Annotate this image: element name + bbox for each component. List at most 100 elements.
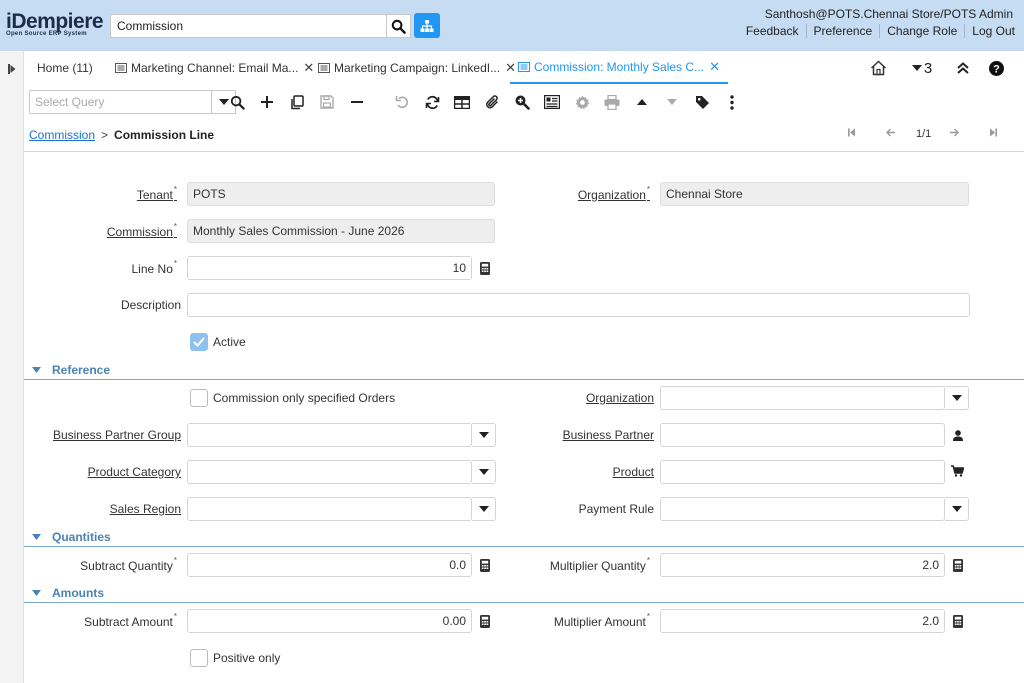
- paperclip-icon: [485, 94, 500, 110]
- help-button[interactable]: ?: [987, 59, 1005, 77]
- undo-icon: [395, 95, 410, 110]
- commission-only-specified-orders-label: Commission only specified Orders: [213, 391, 396, 405]
- calculator-icon[interactable]: [478, 261, 492, 275]
- breadcrumb: Commission > Commission Line: [29, 128, 214, 142]
- multiplier-amount-field[interactable]: 2.0: [660, 609, 945, 633]
- more-options-button[interactable]: [722, 92, 742, 112]
- calculator-icon[interactable]: [951, 558, 965, 572]
- tab-marketing-campaign[interactable]: Marketing Campaign: LinkedI... ✕: [318, 51, 516, 84]
- bp-group-field[interactable]: [187, 423, 472, 447]
- find-button[interactable]: [227, 92, 247, 112]
- refresh-button[interactable]: [422, 92, 442, 112]
- organization-field[interactable]: Chennai Store: [660, 182, 969, 206]
- cart-icon[interactable]: [950, 464, 964, 478]
- subtract-amount-field[interactable]: 0.00: [187, 609, 472, 633]
- select-query-input[interactable]: Select Query: [29, 90, 212, 114]
- subtract-quantity-field[interactable]: 0.0: [187, 553, 472, 577]
- label-text: Commission: [106, 225, 173, 239]
- idempiere-logo[interactable]: iDempiere Open Source ERP System: [6, 11, 104, 37]
- section-title: Quantities: [52, 530, 111, 544]
- bp-group-dropdown[interactable]: [472, 423, 496, 447]
- collapse-header-button[interactable]: [954, 59, 972, 77]
- line-no-field[interactable]: 10: [187, 256, 472, 280]
- person-icon[interactable]: [951, 428, 965, 442]
- payment-rule-field[interactable]: [660, 497, 945, 521]
- last-record-button[interactable]: [989, 128, 997, 140]
- process-button[interactable]: [572, 92, 592, 112]
- active-checkbox[interactable]: [190, 333, 208, 351]
- logout-link[interactable]: Log Out: [965, 24, 1015, 38]
- quick-info-button[interactable]: [692, 92, 712, 112]
- next-record-button[interactable]: [949, 128, 959, 140]
- calculator-icon[interactable]: [951, 614, 965, 628]
- section-quantities[interactable]: Quantities: [24, 529, 1024, 547]
- plus-icon: [260, 95, 274, 109]
- delete-record-button[interactable]: [347, 92, 367, 112]
- detail-record-button[interactable]: [662, 92, 682, 112]
- breadcrumb-divider: [24, 151, 1024, 152]
- report-button[interactable]: [542, 92, 562, 112]
- home-button[interactable]: [868, 59, 888, 77]
- sales-region-field[interactable]: [187, 497, 472, 521]
- product-field[interactable]: [660, 460, 945, 484]
- window-count: 3: [923, 59, 933, 77]
- commission-field[interactable]: Monthly Sales Commission - June 2026: [187, 219, 495, 243]
- svg-text:?: ?: [993, 63, 1000, 75]
- positive-only-checkbox[interactable]: [190, 649, 208, 667]
- chevron-down-icon: [478, 432, 489, 438]
- zoom-across-button[interactable]: [512, 92, 532, 112]
- close-icon[interactable]: ✕: [709, 59, 720, 75]
- print-button[interactable]: [602, 92, 622, 112]
- payment-rule-dropdown[interactable]: [945, 497, 969, 521]
- description-field[interactable]: [187, 293, 970, 317]
- section-amounts[interactable]: Amounts: [24, 585, 1024, 603]
- gear-icon: [575, 95, 590, 110]
- copy-icon: [290, 94, 304, 110]
- breadcrumb-parent-link[interactable]: Commission: [29, 128, 95, 142]
- first-record-button[interactable]: [848, 128, 856, 140]
- save-icon: [320, 95, 334, 109]
- tab-commission[interactable]: Commission: Monthly Sales C... ✕: [510, 51, 728, 84]
- label-text: Tenant: [136, 188, 173, 202]
- save-button[interactable]: [317, 92, 337, 112]
- header-links: Feedback Preference Change Role Log Out: [739, 24, 1015, 38]
- tenant-field[interactable]: POTS: [187, 182, 495, 206]
- org-tree-button[interactable]: [414, 13, 440, 38]
- subtract-amount-label: Subtract Amount*: [84, 612, 177, 629]
- product-category-field[interactable]: [187, 460, 472, 484]
- collapse-triangle-icon: [32, 367, 41, 373]
- last-icon: [989, 128, 997, 137]
- previous-record-button[interactable]: [886, 128, 896, 140]
- tab-label: Marketing Channel: Email Ma...: [131, 60, 299, 75]
- product-label: Product: [612, 465, 654, 479]
- ref-organization-label: Organization: [585, 391, 654, 405]
- copy-record-button[interactable]: [287, 92, 307, 112]
- double-chevron-up-icon: [956, 62, 970, 74]
- section-reference[interactable]: Reference: [24, 362, 1024, 380]
- global-search-input[interactable]: Commission: [110, 14, 387, 38]
- change-role-link[interactable]: Change Role: [880, 24, 964, 38]
- multiplier-quantity-field[interactable]: 2.0: [660, 553, 945, 577]
- parent-record-button[interactable]: [632, 92, 652, 112]
- ref-organization-field[interactable]: [660, 386, 945, 410]
- toggle-grid-button[interactable]: [452, 92, 472, 112]
- window-list-button[interactable]: 3: [908, 59, 936, 77]
- attachment-button[interactable]: [482, 92, 502, 112]
- close-icon[interactable]: ✕: [303, 60, 314, 76]
- ref-organization-dropdown[interactable]: [945, 386, 969, 410]
- new-record-button[interactable]: [257, 92, 277, 112]
- tab-home[interactable]: Home (11): [37, 51, 93, 84]
- calculator-icon[interactable]: [478, 614, 492, 628]
- sales-region-label: Sales Region: [109, 502, 181, 516]
- expand-panel-icon[interactable]: [8, 63, 16, 77]
- sales-region-dropdown[interactable]: [472, 497, 496, 521]
- search-button[interactable]: [387, 14, 411, 38]
- feedback-link[interactable]: Feedback: [739, 24, 806, 38]
- preference-link[interactable]: Preference: [807, 24, 880, 38]
- tab-marketing-channel[interactable]: Marketing Channel: Email Ma... ✕: [115, 51, 314, 84]
- undo-button[interactable]: [392, 92, 412, 112]
- bp-field[interactable]: [660, 423, 945, 447]
- commission-only-specified-orders-checkbox[interactable]: [190, 389, 208, 407]
- product-category-dropdown[interactable]: [472, 460, 496, 484]
- calculator-icon[interactable]: [478, 558, 492, 572]
